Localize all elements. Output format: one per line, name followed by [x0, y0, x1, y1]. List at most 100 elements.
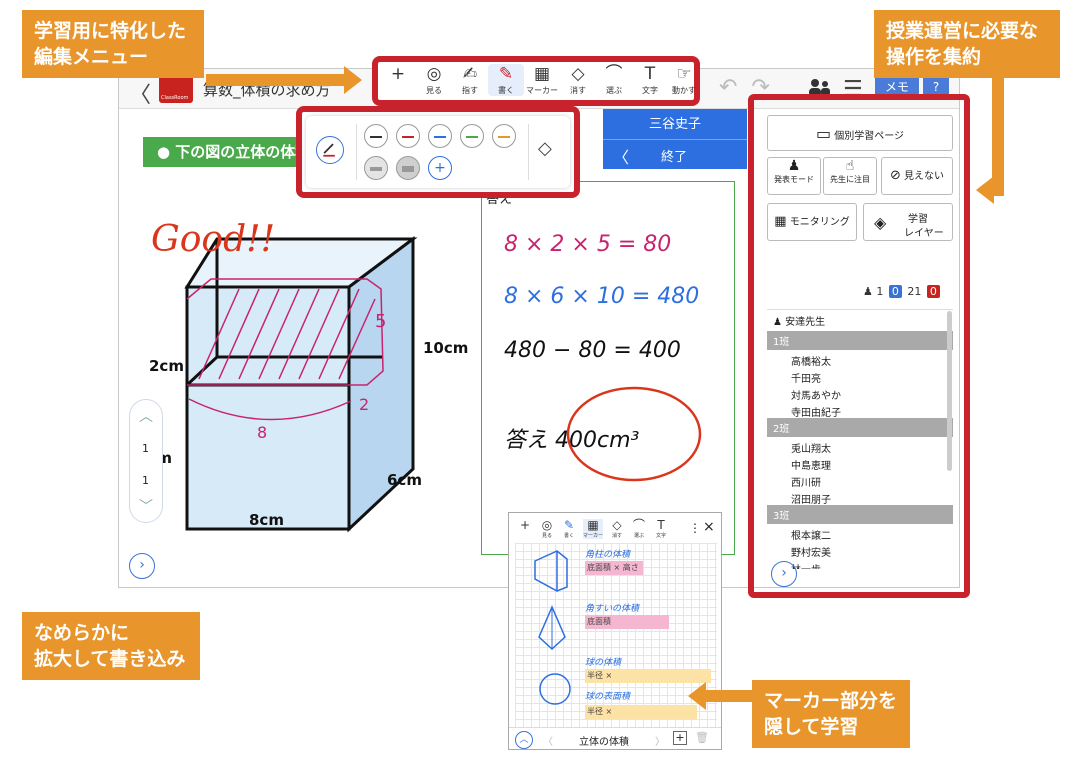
tool-label: 選ぶ	[606, 86, 622, 95]
close-icon[interactable]: ×	[703, 519, 715, 535]
chevron-left-icon[interactable]: 〈	[613, 144, 629, 168]
group-header[interactable]: 2班	[767, 418, 953, 437]
people-icon[interactable]	[807, 77, 831, 99]
prev-page-icon[interactable]: 〈	[543, 733, 553, 748]
ph-tool-text[interactable]: T 文字	[651, 519, 671, 540]
tool-marker[interactable]: ▦ マーカー	[524, 64, 560, 96]
pen-icon[interactable]	[316, 136, 344, 164]
line-orange-option[interactable]	[492, 124, 516, 148]
student-tab[interactable]: 三谷史子 〈 終了	[603, 109, 747, 169]
tool-text[interactable]: T 文字	[632, 64, 668, 96]
learning-layer-button[interactable]: ◈ 学習 レイヤー	[863, 203, 953, 241]
class-control-panel: ▭ 個別学習ページ ♟ 発表モード ☝ 先生に注目 ⊘ 見えない ▦ モニタリン…	[759, 109, 959, 587]
logo-text: ClassRoom	[161, 95, 189, 101]
monitoring-button[interactable]: ▦ モニタリング	[767, 203, 857, 241]
help-button[interactable]: ?	[923, 75, 949, 99]
tool-add[interactable]: +	[380, 64, 416, 85]
student-row[interactable]: 千田亮	[767, 367, 953, 385]
ph-tool-select[interactable]: ⌒ 選ぶ	[629, 519, 649, 540]
phone-screenshot: + ◎ 見る ✎ 書く ▦ マーカー ◇ 消す ⌒ 選ぶ T 文字 ⋮ × 角柱の体積 底面…	[508, 512, 722, 750]
expand-left-button[interactable]: ›	[129, 553, 155, 579]
student-row[interactable]: 沼田朋子	[767, 488, 953, 506]
hide-button[interactable]: ⊘ 見えない	[881, 157, 953, 195]
page-current: 1	[142, 442, 149, 455]
trash-icon[interactable]: 🗑	[695, 731, 709, 744]
panel-expand-button[interactable]: ›	[771, 561, 797, 587]
student-row[interactable]: 西川研	[767, 471, 953, 489]
layer-label-1: 学習	[908, 214, 928, 225]
callout-class-ops: 授業運営に必要な 操作を集約	[874, 10, 1060, 78]
individual-page-button[interactable]: ▭ 個別学習ページ	[767, 115, 953, 151]
good-text: Good!!	[151, 219, 275, 260]
thickness-bold-option[interactable]	[396, 156, 420, 180]
student-row[interactable]: 兎山翔太	[767, 437, 953, 455]
tool-label: 書く	[498, 86, 514, 95]
teacher-focus-button[interactable]: ☝ 先生に注目	[823, 157, 877, 195]
chevron-up-icon[interactable]: ︿	[515, 731, 533, 749]
tool-view[interactable]: ◎ 見る	[416, 64, 452, 96]
callout-editing-menu: 学習用に特化した 編集メニュー	[22, 10, 204, 78]
student-row[interactable]: 野村宏美	[767, 541, 953, 559]
line-black-option[interactable]	[364, 124, 388, 148]
student-row[interactable]: 対馬あやか	[767, 384, 953, 402]
marker-3[interactable]: 半径 ×	[585, 669, 711, 683]
thickness-medium-option[interactable]	[364, 156, 388, 180]
next-page-icon[interactable]: 〉	[655, 733, 665, 748]
add-color-option[interactable]: +	[428, 156, 452, 180]
sphere-icon	[539, 673, 571, 705]
tool-label: 選ぶ	[633, 533, 644, 539]
student-row[interactable]: 高橋裕太	[767, 350, 953, 368]
prism-icon	[534, 550, 568, 592]
roster-scrollbar[interactable]	[947, 311, 952, 471]
student-row[interactable]: 中島恵理	[767, 454, 953, 472]
memo-button[interactable]: メモ	[875, 75, 919, 99]
undo-redo-icon[interactable]: ↶↷	[719, 75, 784, 100]
answer-box[interactable]: 答え 8 × 2 × 5 = 80 8 × 6 × 10 = 480 480 −…	[481, 181, 735, 555]
group-header[interactable]: 3班	[767, 505, 953, 524]
tool-write[interactable]: ✎ 書く	[488, 64, 524, 96]
marker-4[interactable]: 半径 ×	[585, 705, 697, 719]
teacher-row[interactable]: ♟ 安達先生	[767, 309, 953, 331]
ph-tool-write[interactable]: ✎ 書く	[559, 519, 579, 540]
shapes-icon[interactable]: ◇	[538, 138, 552, 159]
back-button[interactable]: 〈	[129, 77, 151, 109]
student-row[interactable]: 寺田由紀子	[767, 401, 953, 419]
ph-tool-marker[interactable]: ▦ マーカー	[583, 519, 603, 539]
ph-tool-add[interactable]: +	[515, 519, 535, 532]
plus-icon: +	[390, 64, 406, 84]
dim-6cm: 6cm	[387, 471, 422, 489]
line-red-option[interactable]	[396, 124, 420, 148]
tool-erase[interactable]: ◇ 消す	[560, 64, 596, 96]
more-icon[interactable]: ⋮	[689, 521, 701, 535]
tool-move[interactable]: ☞ 動かす	[666, 64, 702, 96]
tool-label: 消す	[611, 533, 622, 539]
menu-icon[interactable]: ☰	[843, 77, 863, 102]
tool-label: 書く	[563, 533, 574, 539]
page-up-icon[interactable]: ︿	[139, 406, 153, 426]
add-page-icon[interactable]: +	[673, 731, 687, 745]
marker-1[interactable]: 底面積 × 高さ	[585, 561, 643, 575]
group-header[interactable]: 1班	[767, 331, 953, 350]
divider	[528, 124, 529, 180]
ph-tool-view[interactable]: ◎ 見る	[537, 519, 557, 540]
marker-2[interactable]: 底面積	[585, 615, 669, 629]
student-row[interactable]: 根本譲二	[767, 524, 953, 542]
callout-line: 学習用に特化した	[34, 20, 187, 42]
callout-line: 拡大して書き込み	[34, 648, 186, 670]
tool-select[interactable]: ⌒ 選ぶ	[596, 64, 632, 96]
teacher-name: 安達先生	[785, 317, 826, 328]
tool-point[interactable]: ✍ 指す	[452, 64, 488, 96]
layers-icon: ◈	[874, 213, 887, 232]
page-down-icon[interactable]: ﹀	[139, 496, 153, 516]
line-green-option[interactable]	[460, 124, 484, 148]
phone-notebook[interactable]: 角柱の体積 底面積 × 高さ 角すいの体積 底面積 球の体積 半径 × 球の表面…	[515, 543, 717, 727]
line-blue-option[interactable]	[428, 124, 452, 148]
note-3: 球の体積	[585, 658, 622, 668]
end-button[interactable]: 終了	[661, 146, 687, 165]
tool-label: マーカー	[583, 533, 604, 539]
present-mode-button[interactable]: ♟ 発表モード	[767, 157, 821, 195]
student-name: 三谷史子	[648, 117, 701, 132]
ph-tool-erase[interactable]: ◇ 消す	[607, 519, 627, 540]
box-front-top	[185, 285, 351, 387]
equation-2: 8 × 6 × 10 = 480	[504, 284, 700, 309]
